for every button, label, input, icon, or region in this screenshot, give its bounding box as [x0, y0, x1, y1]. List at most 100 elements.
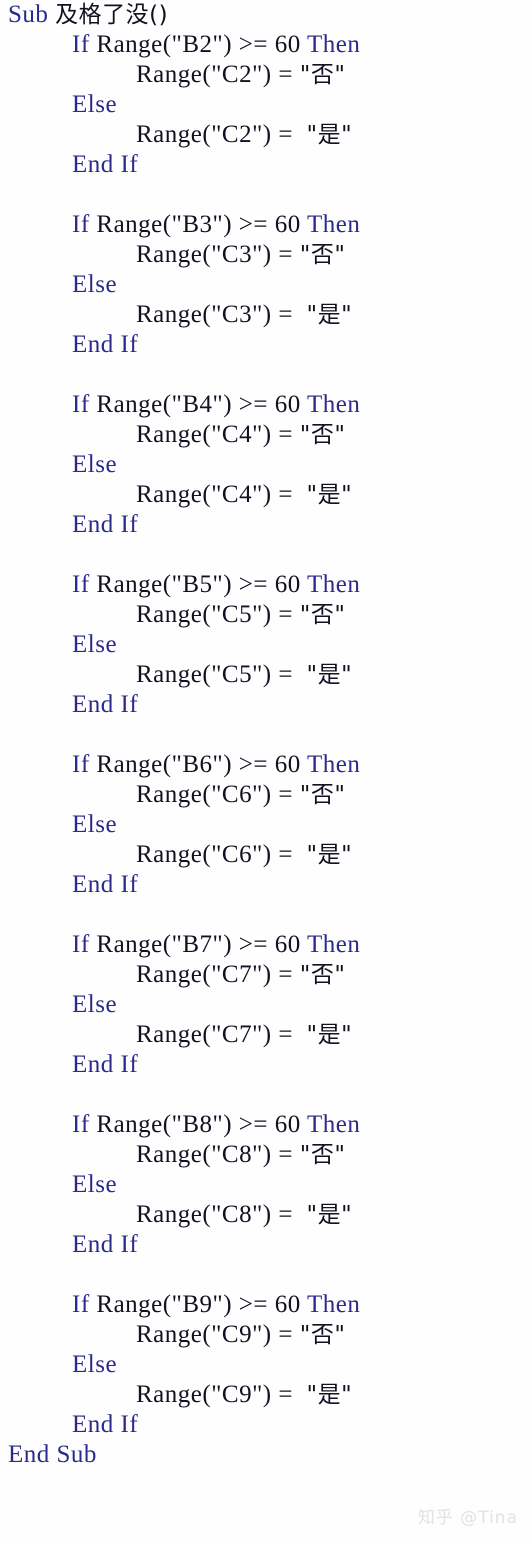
else-assigned-value: "是" [306, 302, 353, 328]
code-line-else: Else [0, 810, 532, 840]
if-condition-expression: "B3" [171, 211, 224, 238]
else-assigned-value: "是" [306, 842, 353, 868]
then-assigned-value: "否" [299, 62, 346, 88]
code-line-else: Else [0, 90, 532, 120]
code-line-else: Else [0, 1170, 532, 1200]
keyword-if: If [72, 211, 90, 238]
code-line-end-if: End If [0, 690, 532, 720]
if-condition-expression: "B5" [171, 571, 224, 598]
code-line-else: Else [0, 270, 532, 300]
code-line-then-body: Range("C8") = "否" [136, 1141, 346, 1168]
code-line-end-if: End If [0, 870, 532, 900]
code-line-then-body: Range("C9") = "否" [136, 1321, 346, 1348]
keyword-if: If [72, 391, 90, 418]
then-assigned-value: "否" [299, 422, 346, 448]
code-line-else: Else [0, 450, 532, 480]
keyword-else: Else [72, 1351, 118, 1378]
code-line-else-body: Range("C7") = "是" [136, 1021, 353, 1048]
else-assigned-value: "是" [306, 1202, 353, 1228]
if-blocks-container: If Range("B2") >= 60 Then Range("C2") = "… [0, 30, 532, 1440]
then-target-cell: "C8" [211, 1141, 263, 1168]
else-assigned-value: "是" [306, 1382, 353, 1408]
code-line-else-body: Range("C4") = "是" [136, 481, 353, 508]
code-line-if: If Range("B9") >= 60 Then [72, 1291, 361, 1318]
then-assigned-value: "否" [299, 782, 346, 808]
then-target-cell: "C7" [211, 961, 263, 988]
else-target-cell: "C2" [211, 121, 263, 148]
keyword-sub: Sub [8, 1, 49, 28]
if-block: If Range("B7") >= 60 Then Range("C7") = "… [0, 930, 532, 1110]
then-target-cell: "C5" [211, 601, 263, 628]
keyword-else: Else [72, 451, 118, 478]
code-line-end-if: End If [0, 1410, 532, 1440]
code-line-end-if: End If [0, 1050, 532, 1080]
code-line-end-if: End If [0, 510, 532, 540]
code-line-then-body: Range("C5") = "否" [136, 601, 346, 628]
code-line-else-body: Range("C2") = "是" [136, 121, 353, 148]
keyword-else: Else [72, 991, 118, 1018]
code-line-else: Else [0, 630, 532, 660]
then-assigned-value: "否" [299, 1322, 346, 1348]
keyword-then: Then [307, 391, 361, 418]
then-assigned-value: "否" [299, 242, 346, 268]
if-block: If Range("B5") >= 60 Then Range("C5") = "… [0, 570, 532, 750]
else-target-cell: "C6" [211, 841, 263, 868]
keyword-end-if: End If [72, 151, 139, 178]
keyword-then: Then [307, 751, 361, 778]
code-line-else: Else [0, 1350, 532, 1380]
keyword-else: Else [72, 811, 118, 838]
keyword-then: Then [307, 571, 361, 598]
code-line-else-body: Range("C9") = "是" [136, 1381, 353, 1408]
keyword-end-if: End If [72, 871, 139, 898]
if-condition-expression: "B6" [171, 751, 224, 778]
code-line-if: If Range("B3") >= 60 Then [72, 211, 361, 238]
else-target-cell: "C8" [211, 1201, 263, 1228]
if-condition-expression: "B9" [171, 1291, 224, 1318]
keyword-end-if: End If [72, 1231, 139, 1258]
keyword-if: If [72, 751, 90, 778]
if-block: If Range("B6") >= 60 Then Range("C6") = "… [0, 750, 532, 930]
keyword-else: Else [72, 631, 118, 658]
keyword-if: If [72, 931, 90, 958]
then-target-cell: "C9" [211, 1321, 263, 1348]
then-target-cell: "C4" [211, 421, 263, 448]
code-line-if: If Range("B8") >= 60 Then [72, 1111, 361, 1138]
else-assigned-value: "是" [306, 662, 353, 688]
code-line-else-body: Range("C5") = "是" [136, 661, 353, 688]
keyword-if: If [72, 1111, 90, 1138]
keyword-if: If [72, 31, 90, 58]
code-line-if: If Range("B4") >= 60 Then [72, 391, 361, 418]
keyword-end-if: End If [72, 1051, 139, 1078]
keyword-if: If [72, 1291, 90, 1318]
else-target-cell: "C9" [211, 1381, 263, 1408]
then-assigned-value: "否" [299, 962, 346, 988]
then-assigned-value: "否" [299, 1142, 346, 1168]
else-assigned-value: "是" [306, 122, 353, 148]
keyword-then: Then [307, 31, 361, 58]
code-line-end-if: End If [0, 1230, 532, 1260]
code-line-else-body: Range("C8") = "是" [136, 1201, 353, 1228]
code-line-then-body: Range("C2") = "否" [136, 61, 346, 88]
code-line-end-if: End If [0, 150, 532, 180]
code-line-else: Else [0, 990, 532, 1020]
else-assigned-value: "是" [306, 1022, 353, 1048]
if-block: If Range("B8") >= 60 Then Range("C8") = "… [0, 1110, 532, 1290]
keyword-else: Else [72, 271, 118, 298]
keyword-end-if: End If [72, 331, 139, 358]
code-line-then-body: Range("C6") = "否" [136, 781, 346, 808]
code-line-then-body: Range("C4") = "否" [136, 421, 346, 448]
if-condition-expression: "B2" [171, 31, 224, 58]
else-target-cell: "C3" [211, 301, 263, 328]
keyword-end-if: End If [72, 1411, 139, 1438]
else-target-cell: "C4" [211, 481, 263, 508]
keyword-then: Then [307, 1111, 361, 1138]
then-target-cell: "C2" [211, 61, 263, 88]
code-listing: Sub 及格了没() If Range("B2") >= 60 Then Rang… [0, 0, 532, 1542]
if-block: If Range("B4") >= 60 Then Range("C4") = "… [0, 390, 532, 570]
keyword-else: Else [72, 91, 118, 118]
